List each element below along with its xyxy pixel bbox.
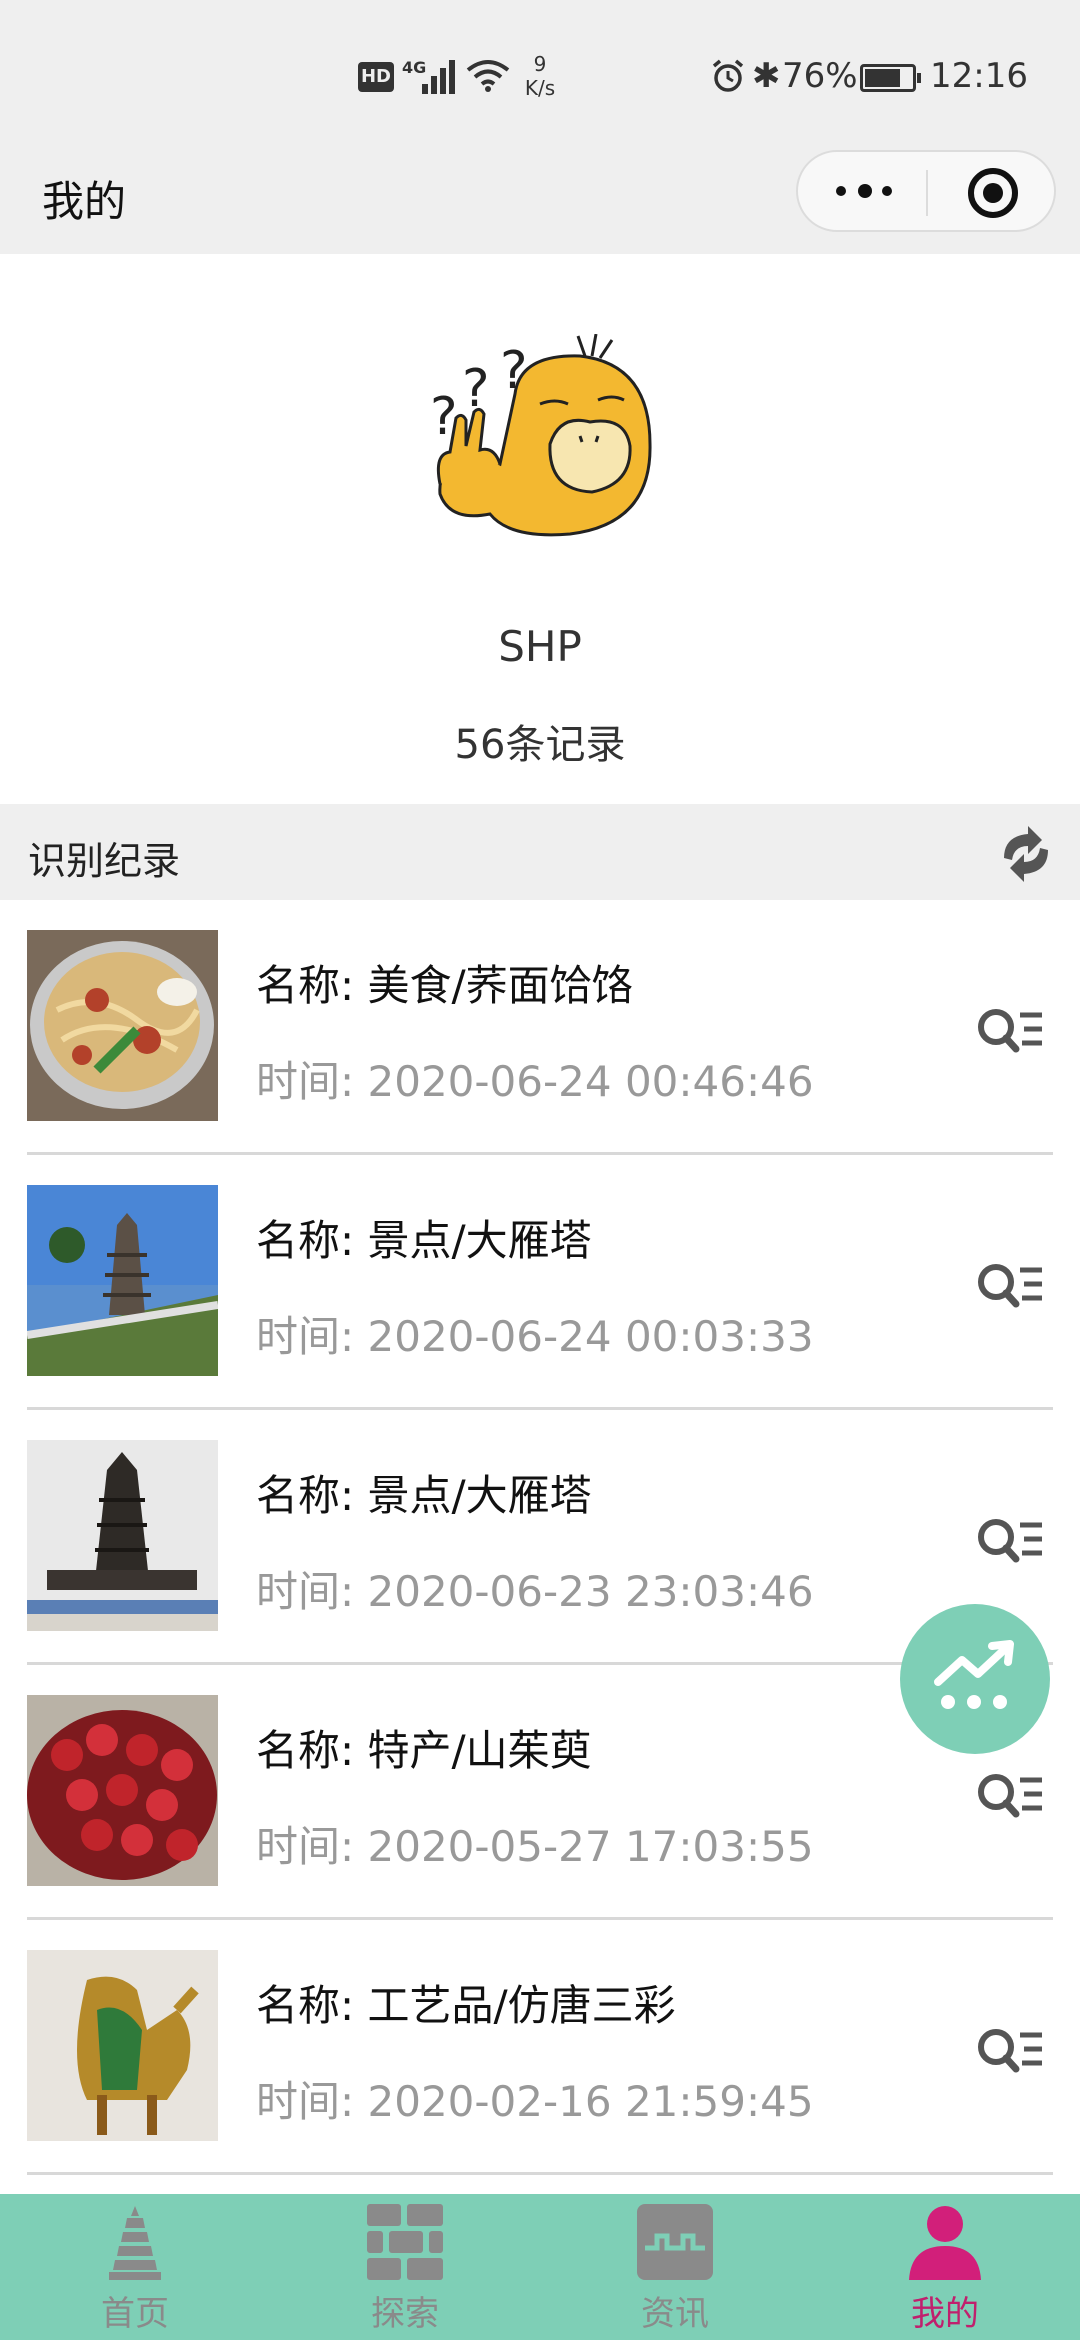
record-name: 名称: 特产/山茱萸 [256,1717,592,1778]
more-icon[interactable] [836,180,892,204]
stats-fab-button[interactable] [900,1604,1050,1754]
record-time: 时间: 2020-06-24 00:03:33 [256,1303,814,1364]
hd-badge: HD [358,62,394,92]
profile-section: ? ? ? SHP 56条记录 [0,254,1080,804]
record-time: 时间: 2020-02-16 21:59:45 [256,2068,814,2129]
name-value: 特产/山茱萸 [367,1726,592,1775]
battery-percent: 76% [782,56,858,96]
bluetooth-icon: ✱ [752,56,781,96]
mini-program-capsule [796,150,1056,232]
bricks-icon [367,2204,443,2280]
name-label: 名称: [256,961,355,1010]
battery-icon [860,64,921,92]
list-item[interactable]: 名称: 美食/荞面饸饹 时间: 2020-06-24 00:46:46 [0,900,1080,1155]
tab-label: 资讯 [641,2294,709,2334]
trend-chart-icon [934,1640,1014,1709]
user-icon [909,2206,981,2280]
time-label: 时间: [256,1822,355,1871]
record-thumbnail [27,1695,218,1886]
section-title: 识别纪录 [28,839,181,883]
tab-label: 首页 [101,2294,169,2334]
search-detail-icon[interactable] [976,1770,1044,1824]
time-label: 时间: [256,1057,355,1106]
record-name: 名称: 美食/荞面饸饹 [256,952,634,1013]
name-value: 工艺品/仿唐三彩 [367,1981,676,2030]
navigation-bar: 我的 [0,150,1080,254]
username: SHP [498,622,582,671]
records-header: 识别纪录 [0,804,1080,900]
capsule-divider [926,170,928,216]
clock: 12:16 [930,56,1028,96]
list-item[interactable]: 名称: 工艺品/仿唐三彩 时间: 2020-02-16 21:59:45 [0,1920,1080,2175]
search-detail-icon[interactable] [976,2025,1044,2079]
list-item[interactable]: 名称: 景点/大雁塔 时间: 2020-06-24 00:03:33 [0,1155,1080,1410]
tab-news[interactable]: 资讯 [540,2194,810,2340]
time-label: 时间: [256,1312,355,1361]
time-value: 2020-06-23 23:03:46 [367,1567,814,1616]
row-divider [27,2172,1053,2175]
time-value: 2020-06-24 00:46:46 [367,1057,814,1106]
time-label: 时间: [256,1567,355,1616]
search-detail-icon[interactable] [976,1005,1044,1059]
record-thumbnail [27,930,218,1121]
close-target-icon[interactable] [968,168,1018,218]
record-thumbnail [27,1440,218,1631]
name-label: 名称: [256,1216,355,1265]
name-label: 名称: [256,1981,355,2030]
network-speed: 9 K/s [518,52,562,100]
record-name: 名称: 景点/大雁塔 [256,1207,592,1268]
name-label: 名称: [256,1726,355,1775]
speed-unit: K/s [524,76,556,100]
record-time: 时间: 2020-05-27 17:03:55 [256,1813,814,1874]
name-label: 名称: [256,1471,355,1520]
record-name: 名称: 工艺品/仿唐三彩 [256,1972,676,2033]
time-label: 时间: [256,2077,355,2126]
pagoda-icon [109,2206,161,2280]
tab-explore[interactable]: 探索 [270,2194,540,2340]
tab-home[interactable]: 首页 [0,2194,270,2340]
name-value: 美食/荞面饸饹 [367,961,634,1010]
record-thumbnail [27,1950,218,2141]
wifi-icon [466,60,510,92]
name-value: 景点/大雁塔 [367,1471,592,1520]
tab-label: 我的 [911,2294,979,2334]
tab-bar: 首页 探索 资讯 我的 [0,2194,1080,2340]
search-detail-icon[interactable] [976,1515,1044,1569]
time-value: 2020-06-24 00:03:33 [367,1312,814,1361]
search-detail-icon[interactable] [976,1260,1044,1314]
refresh-icon[interactable] [994,824,1058,884]
signal-icon [420,58,460,94]
tab-label: 探索 [371,2294,439,2334]
gate-icon [637,2204,713,2280]
alarm-icon [712,59,744,92]
record-time: 时间: 2020-06-23 23:03:46 [256,1558,814,1619]
record-time: 时间: 2020-06-24 00:46:46 [256,1048,814,1109]
record-count: 56条记录 [454,722,626,768]
page-title: 我的 [42,177,127,226]
record-thumbnail [27,1185,218,1376]
speed-value: 9 [533,52,547,76]
name-value: 景点/大雁塔 [367,1216,592,1265]
status-bar: HD 4G 9 K/s ✱ 76% 12:16 [0,0,1080,150]
time-value: 2020-02-16 21:59:45 [367,2077,814,2126]
tab-mine[interactable]: 我的 [810,2194,1080,2340]
time-value: 2020-05-27 17:03:55 [367,1822,814,1871]
avatar[interactable]: ? ? ? [420,334,660,554]
record-name: 名称: 景点/大雁塔 [256,1462,592,1523]
